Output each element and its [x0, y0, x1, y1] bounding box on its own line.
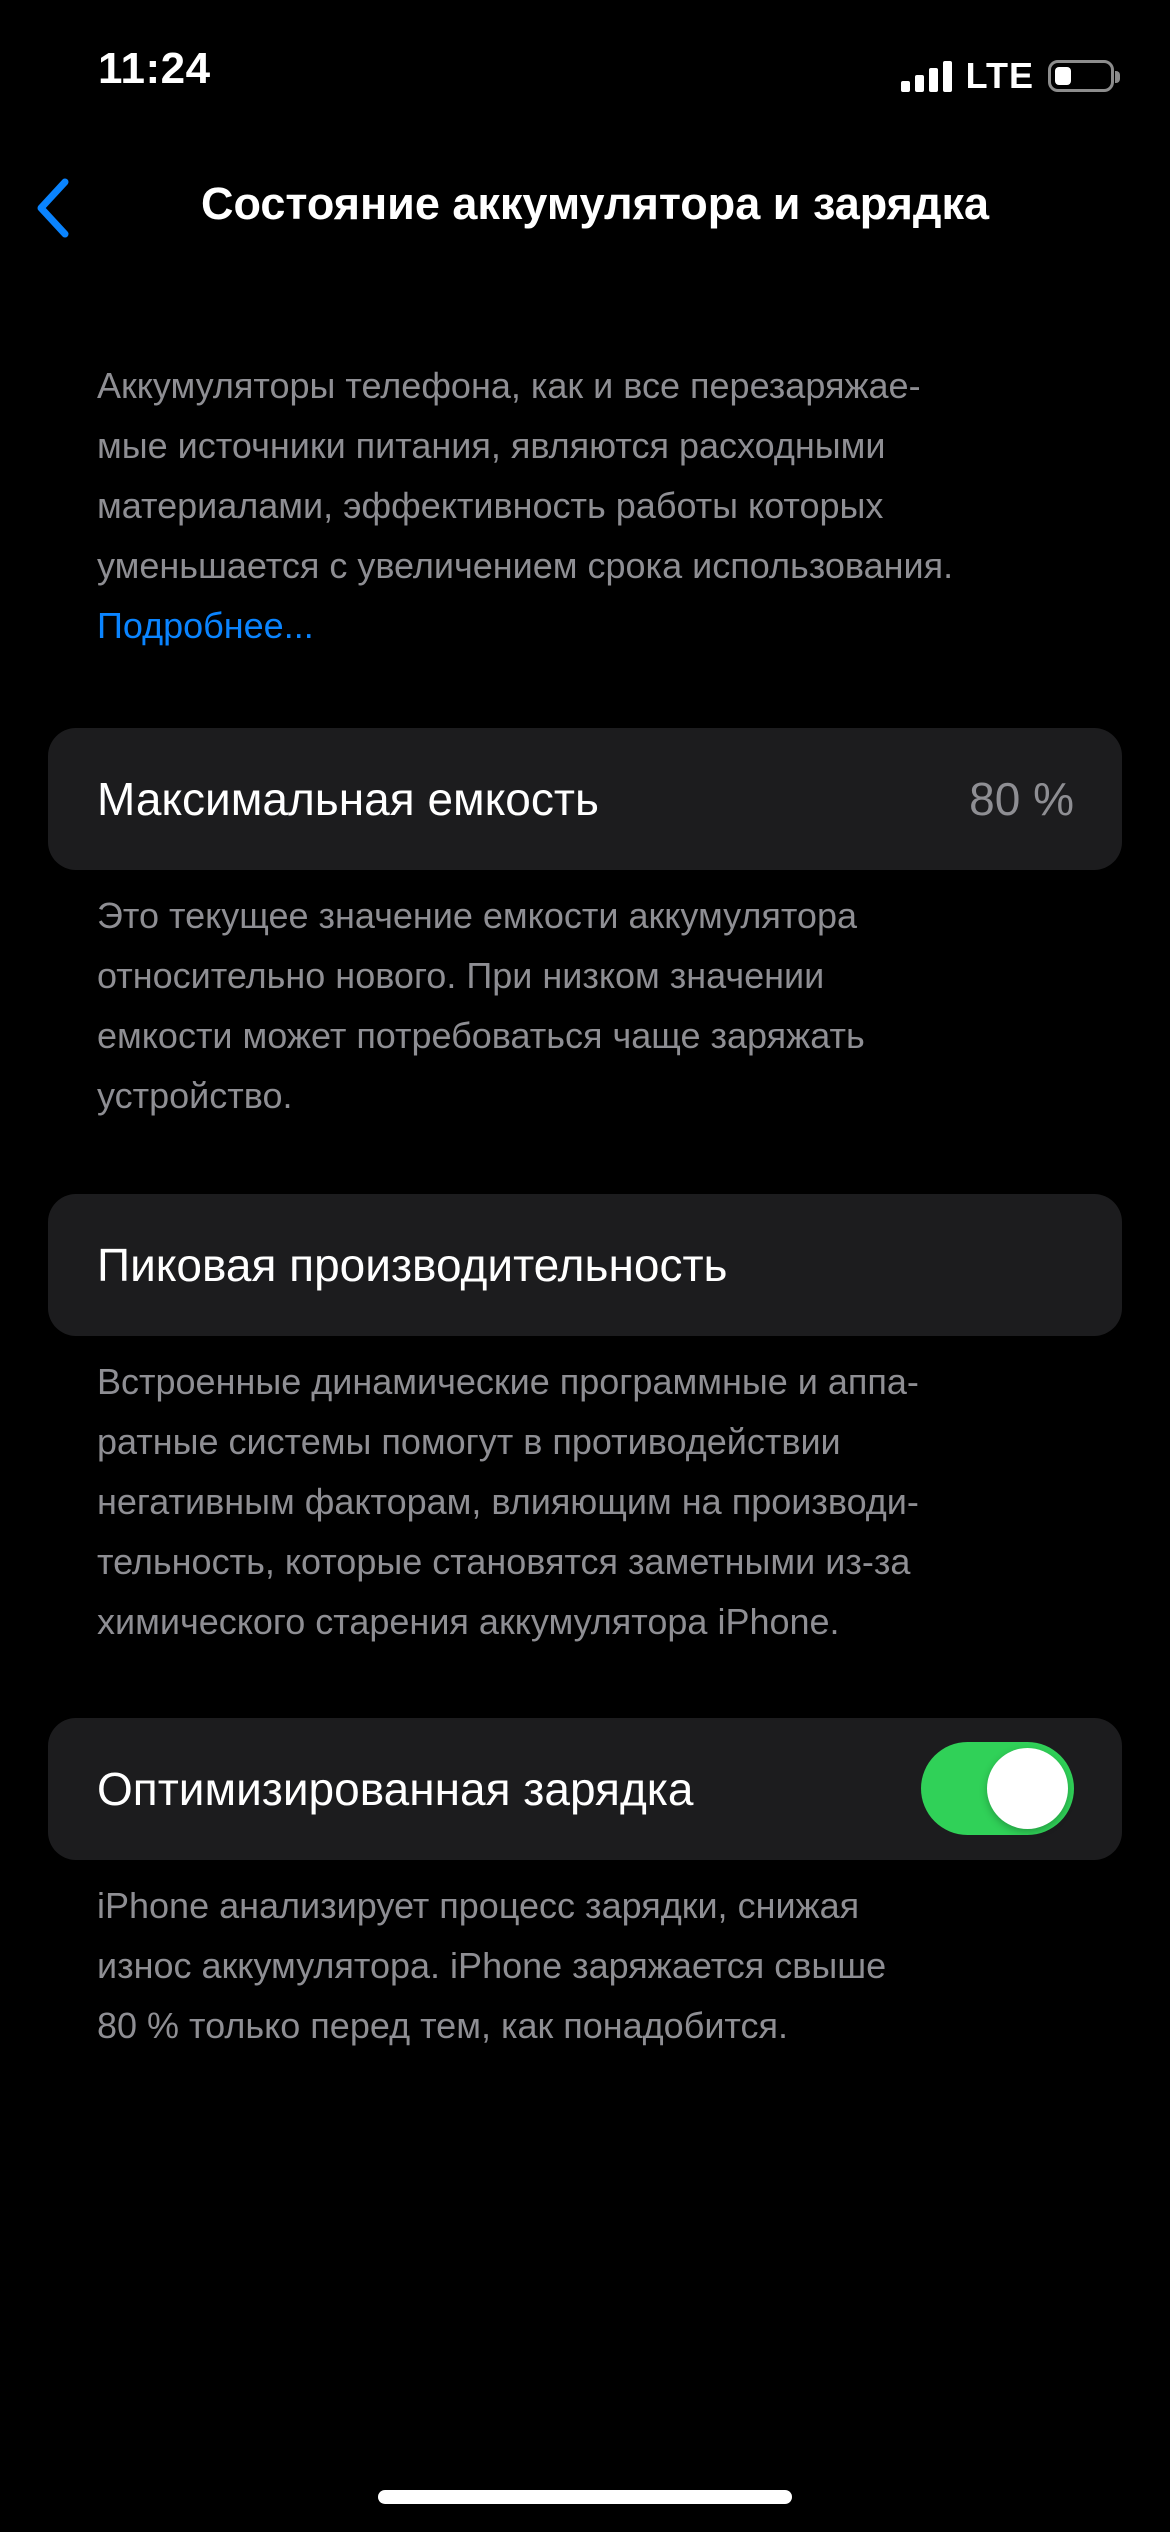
description-line: 80 % только перед тем, как понадобится.: [97, 2005, 789, 2046]
max-capacity-label: Максимальная емкость: [97, 773, 599, 825]
description-line: устройство.: [97, 1075, 293, 1116]
description-line: Это текущее значение емкости аккумулятор…: [97, 895, 857, 936]
status-indicators: LTE: [900, 54, 1120, 98]
battery-level-fill: [1055, 67, 1071, 85]
learn-more-link[interactable]: Подробнее...: [97, 596, 1107, 656]
max-capacity-row: Максимальная емкость 80 %: [48, 728, 1122, 870]
description-line: тельность, которые становятся заметными …: [97, 1541, 911, 1582]
description-line: относительно нового. При низком значении: [97, 955, 825, 996]
network-type-label: LTE: [965, 55, 1034, 96]
intro-description: Аккумуляторы телефона, как и все перезар…: [97, 356, 1107, 656]
intro-line: Аккумуляторы телефона, как и все перезар…: [97, 365, 921, 406]
max-capacity-description: Это текущее значение емкости аккумулятор…: [97, 886, 1107, 1126]
description-line: Встроенные динамические программные и ап…: [97, 1361, 919, 1402]
max-capacity-value: 80 %: [969, 773, 1074, 825]
battery-icon: [1048, 60, 1120, 92]
description-line: емкости может потребоваться чаще заряжат…: [97, 1015, 865, 1056]
description-line: iPhone анализирует процесс зарядки, сниж…: [97, 1885, 860, 1926]
intro-line: материалами, эффективность работы которы…: [97, 485, 884, 526]
peak-performance-label: Пиковая производительность: [97, 1239, 728, 1291]
optimized-charging-description: iPhone анализирует процесс зарядки, сниж…: [97, 1876, 1107, 2056]
peak-performance-description: Встроенные динамические программные и ап…: [97, 1352, 1107, 1652]
peak-performance-row: Пиковая производительность: [48, 1194, 1122, 1336]
home-indicator[interactable]: [378, 2490, 792, 2504]
optimized-charging-toggle[interactable]: [921, 1742, 1074, 1835]
description-line: негативным факторам, влияющим на произво…: [97, 1481, 919, 1522]
page-title: Состояние аккумулятора и зарядка: [200, 178, 990, 229]
optimized-charging-row: Оптимизированная зарядка: [48, 1718, 1122, 1860]
description-line: химического старения аккумулятора iPhone…: [97, 1601, 840, 1642]
battery-cap: [1115, 71, 1120, 83]
toggle-knob: [987, 1748, 1068, 1829]
description-line: ратные системы помогут в противодействии: [97, 1421, 841, 1462]
status-bar: 11:24 LTE: [0, 0, 1170, 150]
intro-line: уменьшается с увеличением срока использо…: [97, 545, 954, 586]
cellular-signal-icon: [900, 60, 952, 92]
optimized-charging-label: Оптимизированная зарядка: [97, 1763, 694, 1815]
intro-line: мые источники питания, являются расходны…: [97, 425, 886, 466]
navigation-bar: Состояние аккумулятора и зарядка: [0, 160, 1170, 250]
description-line: износ аккумулятора. iPhone заряжается св…: [97, 1945, 887, 1986]
status-time: 11:24: [98, 44, 211, 93]
